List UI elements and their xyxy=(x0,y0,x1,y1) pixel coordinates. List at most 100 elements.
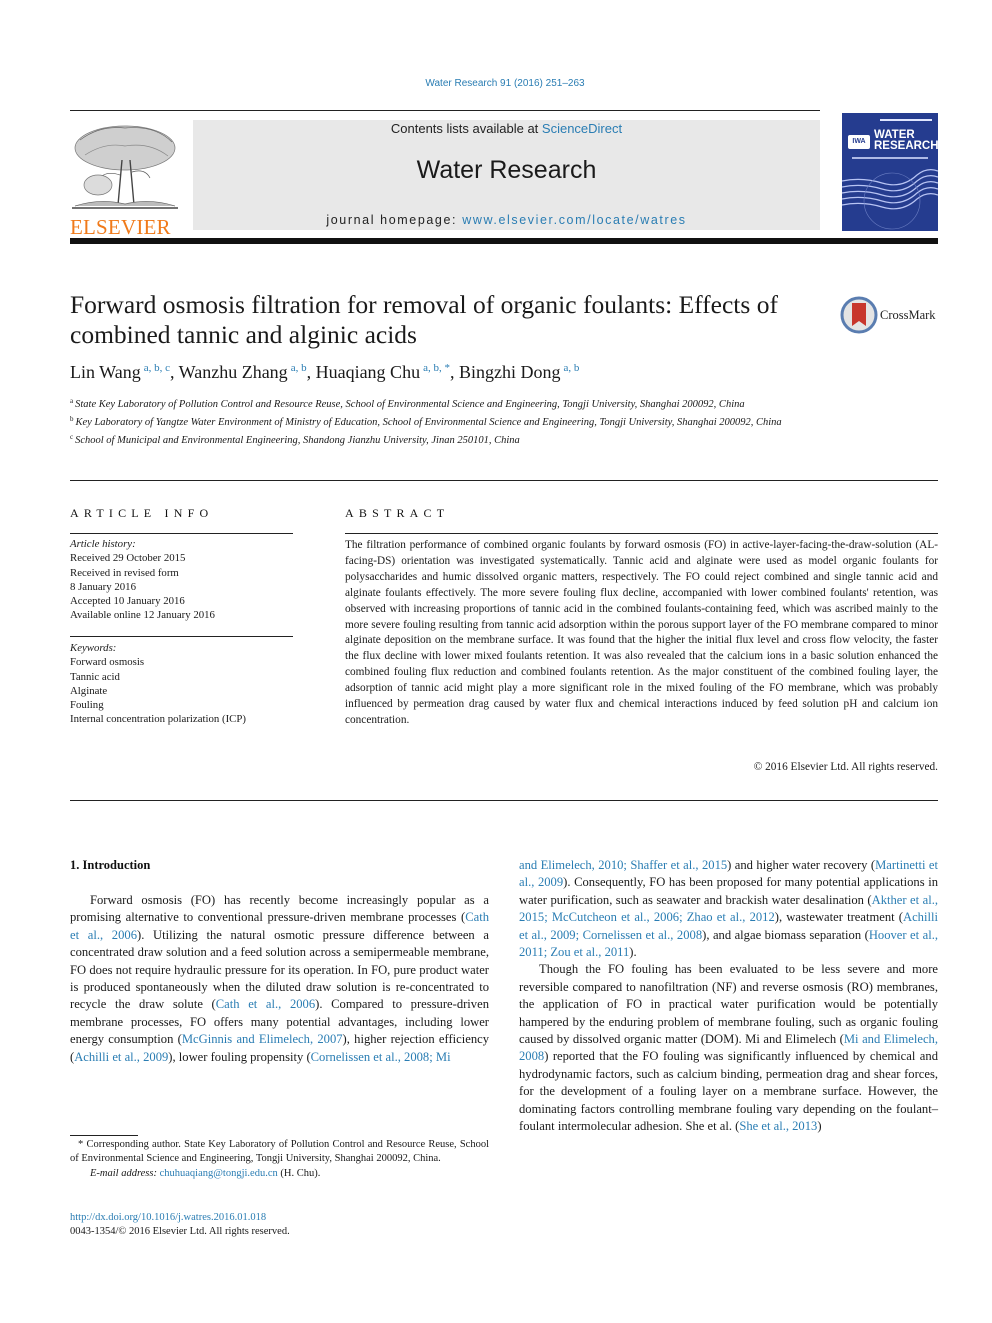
affiliation-text: School of Municipal and Environmental En… xyxy=(75,435,520,447)
section-rule-bottom xyxy=(70,800,938,801)
body-text: ) reported that the FO fouling was signi… xyxy=(519,1049,938,1134)
author-list: Lin Wang a, b, c, Wanzhu Zhang a, b, Huaqi… xyxy=(70,362,580,382)
paragraph-continued: and Elimelech, 2010; Shaffer et al., 201… xyxy=(519,857,938,961)
author-affiliation-marks[interactable]: a, b, c xyxy=(144,362,170,374)
keyword-item: Tannic acid xyxy=(70,670,120,683)
author[interactable]: Bingzhi Dong a, b xyxy=(459,362,579,382)
body-text: ). xyxy=(629,945,637,960)
cover-subtitle-bar xyxy=(852,157,928,159)
author-affiliation-marks[interactable]: a, b, * xyxy=(423,362,450,374)
body-text: ), wastewater treatment ( xyxy=(774,910,903,925)
author-name: Lin Wang xyxy=(70,362,141,382)
article-title: Forward osmosis filtration for removal o… xyxy=(70,290,778,349)
keywords-label: Keywords: xyxy=(70,642,117,654)
cover-top-bar xyxy=(880,119,932,121)
keywords-list: Keywords: Forward osmosis Tannic acid Al… xyxy=(70,641,295,727)
doi-block: http://dx.doi.org/10.1016/j.watres.2016.… xyxy=(70,1211,290,1240)
cover-title-line2: RESEARCH xyxy=(874,140,938,152)
keywords-rule xyxy=(70,636,293,637)
body-text: ) xyxy=(817,1119,822,1134)
body-column-left: Forward osmosis (FO) has recently become… xyxy=(70,892,489,1066)
header-rule xyxy=(70,110,820,111)
paragraph: Though the FO fouling has been evaluated… xyxy=(519,961,938,1135)
history-item: 8 January 2016 xyxy=(70,580,136,593)
history-item: Received 29 October 2015 xyxy=(70,552,186,565)
contents-availability: Contents lists available at ScienceDirec… xyxy=(193,121,820,136)
email-line: E-mail address: chuhuaqiang@tongji.edu.c… xyxy=(70,1167,489,1181)
crossmark-badge[interactable]: CrossMark xyxy=(840,296,940,336)
article-info-rule xyxy=(70,533,293,534)
author-affiliation-marks[interactable]: a, b xyxy=(291,362,307,374)
cover-badge-icon: IWA xyxy=(848,135,870,149)
keyword-item: Forward osmosis xyxy=(70,656,145,669)
affiliation-item: a State Key Laboratory of Pollution Contr… xyxy=(70,394,815,412)
header-thick-rule xyxy=(70,238,938,244)
sciencedirect-link[interactable]: ScienceDirect xyxy=(542,121,622,136)
journal-citation-link[interactable]: Water Research 91 (2016) 251–263 xyxy=(0,78,992,89)
footnote-rule xyxy=(70,1135,138,1136)
affiliation-item: c School of Municipal and Environmental E… xyxy=(70,430,815,448)
doi-link[interactable]: http://dx.doi.org/10.1016/j.watres.2016.… xyxy=(70,1211,290,1225)
affiliation-text: State Key Laboratory of Pollution Contro… xyxy=(75,399,745,410)
elsevier-tree-icon xyxy=(72,125,178,209)
citation-link[interactable]: She et al., 2013 xyxy=(739,1119,817,1133)
keyword-item: Alginate xyxy=(70,684,108,697)
elsevier-wordmark: ELSEVIER xyxy=(70,215,171,239)
cover-wave-graphic xyxy=(842,169,938,230)
abstract-rule xyxy=(345,533,938,534)
crossmark-label: CrossMark xyxy=(880,308,936,322)
affiliation-list: a State Key Laboratory of Pollution Contr… xyxy=(70,394,815,449)
email-suffix: (H. Chu). xyxy=(277,1167,321,1179)
article-history: Article history: Received 29 October 201… xyxy=(70,537,295,623)
citation-link[interactable]: Cath et al., 2006 xyxy=(216,997,315,1011)
citation-link[interactable]: McGinnis and Elimelech, 2007 xyxy=(182,1032,343,1046)
abstract-text: The filtration performance of combined o… xyxy=(345,539,938,726)
body-text: ), and algae biomass separation ( xyxy=(702,927,869,942)
author-affiliation-marks[interactable]: a, b xyxy=(563,362,579,374)
author[interactable]: Wanzhu Zhang a, b xyxy=(179,362,307,382)
affiliation-text: Key Laboratory of Yangtze Water Environm… xyxy=(75,417,782,429)
corresponding-author-footnote: * Corresponding author. State Key Labora… xyxy=(70,1138,489,1181)
journal-title: Water Research xyxy=(416,156,597,184)
author-name: Bingzhi Dong xyxy=(458,362,561,382)
introduction-heading: 1. Introduction xyxy=(70,858,151,872)
author[interactable]: Lin Wang a, b, c xyxy=(70,362,170,382)
crossmark-icon xyxy=(840,296,878,334)
body-text: ), lower fouling propensity ( xyxy=(168,1049,311,1064)
paragraph: Forward osmosis (FO) has recently become… xyxy=(70,892,489,1066)
article-info-heading: ARTICLE INFO xyxy=(70,506,214,520)
footnote-text: * Corresponding author. State Key Labora… xyxy=(70,1139,489,1165)
affiliation-key: c xyxy=(70,433,74,442)
email-label: E-mail address: xyxy=(90,1167,160,1179)
keyword-item: Internal concentration polarization (ICP… xyxy=(70,713,246,726)
keyword-item: Fouling xyxy=(70,699,104,712)
history-item: Available online 12 January 2016 xyxy=(70,609,215,622)
affiliation-key: b xyxy=(70,415,74,424)
author[interactable]: Huaqiang Chu a, b, * xyxy=(316,362,450,382)
homepage-prefix: journal homepage: xyxy=(326,213,463,227)
author-name: Huaqiang Chu xyxy=(315,362,421,382)
cover-title: WATER RESEARCH xyxy=(874,129,938,152)
section-rule xyxy=(70,480,938,481)
issn-copyright: 0043-1354/© 2016 Elsevier Ltd. All right… xyxy=(70,1226,290,1238)
abstract-copyright: © 2016 Elsevier Ltd. All rights reserved… xyxy=(753,761,938,773)
body-column-right: and Elimelech, 2010; Shaffer et al., 201… xyxy=(519,857,938,1136)
affiliation-item: b Key Laboratory of Yangtze Water Environ… xyxy=(70,412,815,430)
author-name: Wanzhu Zhang xyxy=(178,362,288,382)
elsevier-logo[interactable]: ELSEVIER xyxy=(70,120,180,239)
citation-link[interactable]: Cornelissen et al., 2008; Mi xyxy=(311,1050,451,1064)
body-text: ) and higher water recovery ( xyxy=(727,858,876,872)
citation-link[interactable]: Achilli et al., 2009 xyxy=(74,1050,168,1064)
homepage-link[interactable]: www.elsevier.com/locate/watres xyxy=(462,213,686,227)
affiliation-key: a xyxy=(70,397,74,405)
email-link[interactable]: chuhuaqiang@tongji.edu.cn xyxy=(160,1168,278,1179)
history-label: Article history: xyxy=(70,538,136,550)
citation-link[interactable]: and Elimelech, 2010; Shaffer et al., 201… xyxy=(519,858,727,872)
contents-prefix: Contents lists available at xyxy=(390,121,542,136)
abstract-heading: ABSTRACT xyxy=(345,506,450,520)
history-item: Received in revised form xyxy=(70,566,179,579)
journal-cover-image[interactable]: IWA WATER RESEARCH xyxy=(842,113,938,231)
journal-homepage: journal homepage: www.elsevier.com/locat… xyxy=(193,213,820,227)
body-text: Forward osmosis (FO) has recently become… xyxy=(70,893,489,925)
history-item: Accepted 10 January 2016 xyxy=(70,595,185,608)
